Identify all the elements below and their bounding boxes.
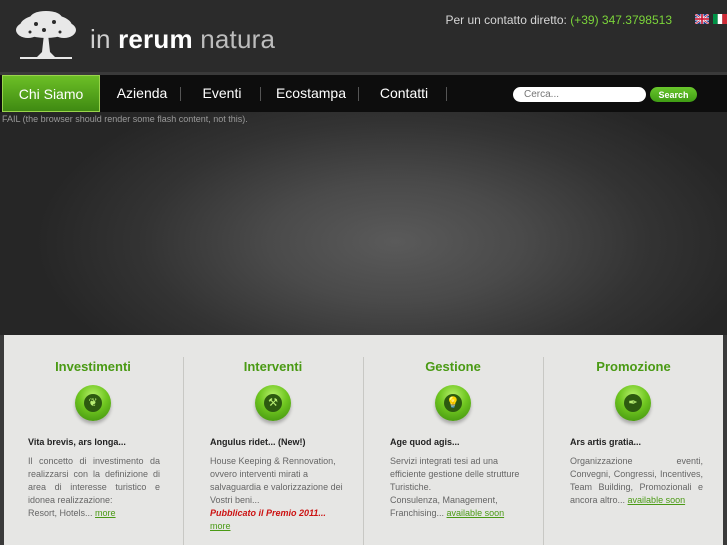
column-investimenti: Investimenti ❦ Vita brevis, ars longa...… <box>4 335 182 545</box>
site-logo-text[interactable]: in rerum natura <box>90 24 275 55</box>
nav-separator <box>446 87 447 101</box>
column-body-text: Servizi integrati tesi ad una efficiente… <box>390 456 520 492</box>
column-body: Servizi integrati tesi ad una efficiente… <box>390 455 526 520</box>
lightbulb-icon[interactable]: 💡 <box>435 385 471 421</box>
contact-phone[interactable]: (+39) 347.3798513 <box>570 13 672 27</box>
services-panel: Investimenti ❦ Vita brevis, ars longa...… <box>4 335 723 545</box>
nav-item-ecostampa[interactable]: Ecostampa <box>262 75 360 112</box>
column-heading: Angulus ridet... (New!) <box>210 437 306 447</box>
column-heading: Age quod agis... <box>390 437 460 447</box>
nav-item-eventi[interactable]: Eventi <box>182 75 262 112</box>
column-gestione: Gestione 💡 Age quod agis... Servizi inte… <box>364 335 542 545</box>
column-title[interactable]: Gestione <box>364 359 542 374</box>
more-link[interactable]: more <box>95 508 116 518</box>
column-body: Organizzazione eventi, Convegni, Congres… <box>570 455 703 507</box>
more-link[interactable]: more <box>210 521 231 531</box>
leaf-icon[interactable]: ❦ <box>75 385 111 421</box>
flash-banner: FAIL (the browser should render some fla… <box>0 112 727 335</box>
lightbulb-glyph-icon: 💡 <box>444 394 462 412</box>
column-body-text: House Keeping & Rennovation, ovvero inte… <box>210 456 343 505</box>
nav-separator <box>358 87 359 101</box>
column-title[interactable]: Promozione <box>544 359 723 374</box>
wrench-icon[interactable]: ⚒ <box>255 385 291 421</box>
column-heading: Ars artis gratia... <box>570 437 642 447</box>
column-body-text: Il concetto di investimento da realizzar… <box>28 456 160 505</box>
flash-fallback-message: FAIL (the browser should render some fla… <box>2 114 248 124</box>
nav-item-azienda[interactable]: Azienda <box>104 75 180 112</box>
column-promozione: Promozione ✒ Ars artis gratia... Organiz… <box>544 335 723 545</box>
column-interventi: Interventi ⚒ Angulus ridet... (New!) Hou… <box>184 335 362 545</box>
column-body: Il concetto di investimento da realizzar… <box>28 455 160 520</box>
pen-nib-glyph-icon: ✒ <box>624 394 642 412</box>
column-body-tail: Resort, Hotels... <box>28 508 93 518</box>
column-title[interactable]: Investimenti <box>4 359 182 374</box>
wrench-glyph-icon: ⚒ <box>264 394 282 412</box>
uk-flag-icon[interactable] <box>695 14 709 24</box>
nav-item-contatti[interactable]: Contatti <box>360 75 448 112</box>
logo-word-in: in <box>90 24 111 54</box>
pen-nib-icon[interactable]: ✒ <box>615 385 651 421</box>
contact-info: Per un contatto diretto: (+39) 347.37985… <box>445 13 672 27</box>
nav-item-chi-siamo[interactable]: Chi Siamo <box>2 75 100 112</box>
available-soon-link[interactable]: available soon <box>447 508 505 518</box>
tree-logo-icon[interactable] <box>14 10 78 60</box>
italy-flag-icon[interactable] <box>713 14 727 24</box>
award-notice: Pubblicato il Premio 2011... <box>210 508 326 518</box>
nav-separator <box>180 87 181 101</box>
available-soon-link[interactable]: available soon <box>628 495 686 505</box>
contact-label: Per un contatto diretto: <box>445 13 567 27</box>
column-heading: Vita brevis, ars longa... <box>28 437 126 447</box>
leaf-glyph-icon: ❦ <box>84 394 102 412</box>
column-title[interactable]: Interventi <box>184 359 362 374</box>
nav-separator <box>260 87 261 101</box>
logo-word-natura: natura <box>200 24 276 54</box>
search-button[interactable]: Search <box>650 87 697 102</box>
site-header: in rerum natura Per un contatto diretto:… <box>0 0 727 72</box>
logo-word-rerum: rerum <box>118 24 193 54</box>
column-body: House Keeping & Rennovation, ovvero inte… <box>210 455 348 533</box>
search-input[interactable] <box>513 87 646 102</box>
